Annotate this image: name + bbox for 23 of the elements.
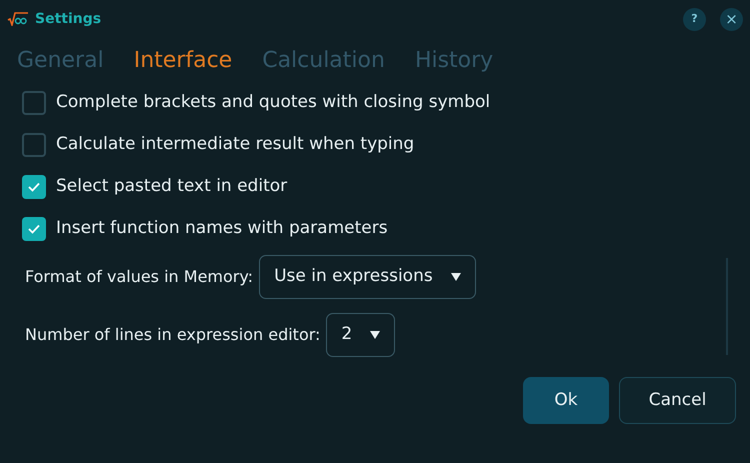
caret-icon: [450, 273, 461, 281]
dropdown-label: Format of values in Memory:: [25, 266, 254, 288]
close-button[interactable]: ×: [720, 8, 743, 30]
help-button[interactable]: ?: [683, 8, 706, 30]
window-title: Settings: [35, 10, 102, 28]
caret-icon: [370, 331, 380, 339]
checkbox[interactable]: [22, 217, 46, 241]
checkbox[interactable]: [22, 91, 46, 115]
checkbox[interactable]: [22, 133, 46, 157]
cancel-button[interactable]: Cancel: [619, 377, 736, 424]
dropdown[interactable]: 2: [326, 313, 396, 357]
option-label: Complete brackets and quotes with closing symbol: [56, 91, 490, 114]
tab[interactable]: Interface: [134, 44, 232, 76]
check-icon: [28, 224, 40, 234]
logo-icon: [7, 12, 29, 26]
dropdown[interactable]: Use in expressions: [259, 255, 476, 299]
option-label: Select pasted text in editor: [56, 175, 288, 198]
dropdown-label: Number of lines in expression editor:: [25, 324, 320, 346]
check-icon: [28, 182, 40, 192]
ok-button[interactable]: Ok: [523, 377, 609, 424]
checkbox[interactable]: [22, 175, 46, 199]
option-label: Calculate intermediate result when typing: [56, 133, 414, 156]
option-label: Insert function names with parameters: [56, 217, 388, 240]
